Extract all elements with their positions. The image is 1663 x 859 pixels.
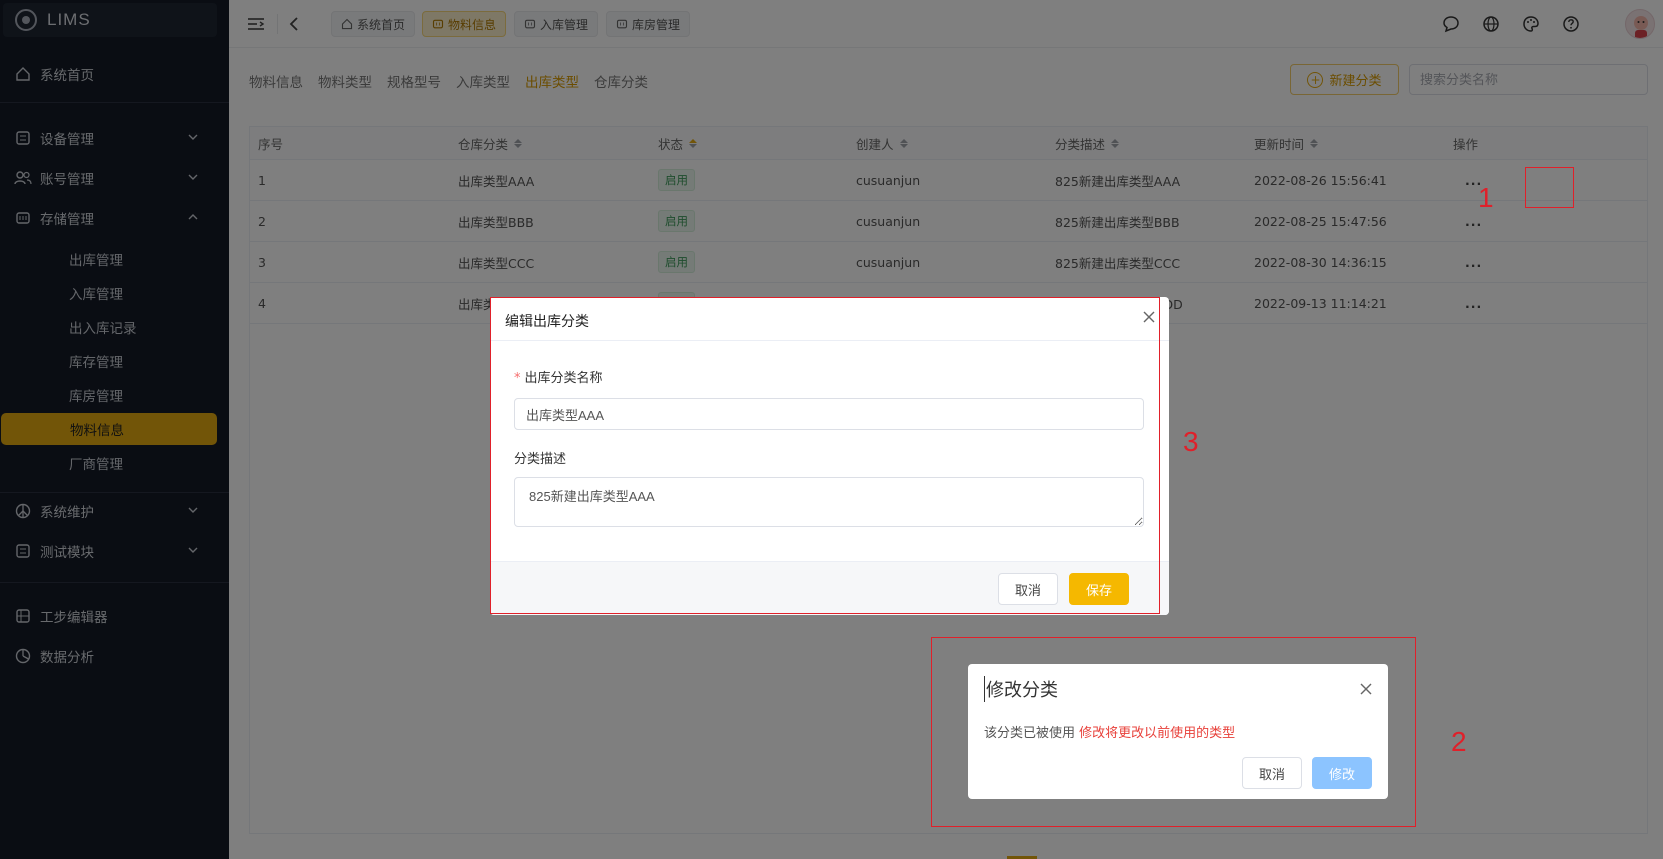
annotation-label-1: 1 (1478, 182, 1494, 213)
annotation-label-2: 2 (1451, 726, 1467, 757)
annotation-box-1 (1525, 167, 1574, 208)
annotation-box-2 (931, 637, 1416, 827)
annotation-label-3: 3 (1183, 426, 1199, 457)
annotation-box-3 (490, 297, 1160, 614)
